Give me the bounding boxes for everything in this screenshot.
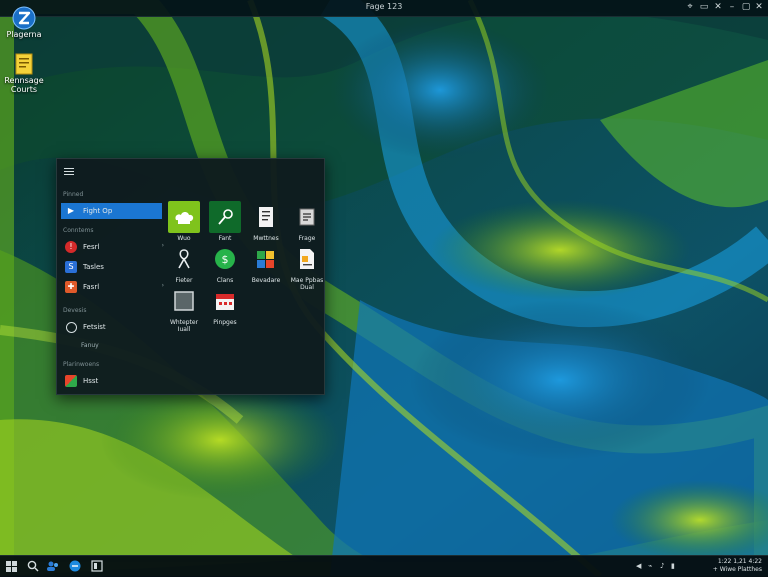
desktop-icon-label: Rennsage Courts [4, 76, 44, 94]
section-label-pinned: Pinned [63, 191, 84, 198]
tile-label: Whtepter Iuall [169, 319, 199, 333]
tile-frage[interactable]: Frage [286, 201, 328, 242]
section-label-documents: Plarinwoens [63, 361, 100, 368]
notes-file-icon [15, 53, 33, 75]
desktop-icon-label: Plagerna [6, 30, 42, 39]
menu-item-label: Tasles [83, 263, 104, 271]
tile-pinpges[interactable]: Pinpges [204, 285, 246, 326]
menu-item-label: Fasrl [83, 283, 100, 291]
menu-item-label: Fetsist [83, 323, 106, 331]
tile-label: Frage [298, 235, 316, 242]
window-close-button[interactable]: ✕ [753, 2, 765, 13]
window-title: Fage 123 [365, 2, 403, 11]
clock-time: 1:22 1,21 4:22 [717, 558, 762, 565]
chevron-up-icon[interactable]: ◀ [636, 562, 641, 570]
taskbar: ◀ ⌁ ♪ ▮ 1:22 1,21 4:22 + Wiwe Platthes [0, 555, 768, 577]
menu-sub-text: Fanuy [81, 342, 99, 349]
volume-icon[interactable]: ♪ [660, 562, 664, 570]
photos-app-icon [65, 375, 77, 387]
menu-item-label: Fight Op [83, 207, 113, 215]
z-app-icon [12, 6, 36, 30]
notepad-icon [291, 201, 323, 233]
file-explorer-icon[interactable] [90, 559, 104, 573]
tile-whtepter[interactable]: Whtepter Iuall [163, 285, 205, 333]
search-icon[interactable] [26, 559, 40, 573]
flame-app-icon: ! [65, 241, 77, 253]
desktop-icon-plagerna[interactable]: Plagerna [0, 6, 48, 39]
desktop-icon-rennsage[interactable]: Rennsage Courts [0, 52, 48, 94]
svg-text:$: $ [222, 253, 229, 266]
tile-label: Fant [218, 235, 232, 242]
store-icon [168, 201, 200, 233]
menu-item-tasles[interactable]: S Tasles [61, 259, 162, 275]
minimize-icon[interactable]: – [726, 2, 738, 13]
menu-item-fetsist[interactable]: Fetsist [61, 319, 162, 335]
battery-icon[interactable]: ▮ [671, 562, 675, 570]
office-app-icon: ✚ [65, 281, 77, 293]
menu-item-fesrl[interactable]: ! Fesrl › [61, 239, 164, 255]
section-label-recent: Conntems [63, 227, 94, 234]
headphones-icon [66, 322, 77, 333]
ribbon-icon [168, 243, 200, 275]
tile-bevadare[interactable]: Bevadare [245, 243, 287, 284]
restore-icon[interactable]: ▢ [740, 2, 752, 13]
menu-item-label: Hsst [83, 377, 99, 385]
menu-item-label: Fesrl [83, 243, 100, 251]
frame-icon [168, 285, 200, 317]
window-titlebar: Fage 123 ⌖ ▭ ✕ – ▢ ✕ [0, 0, 768, 17]
tile-label: Mae Ppbas Dual [290, 277, 324, 291]
section-label-devices: Devesis [63, 307, 87, 314]
tile-label: Bevadare [251, 277, 281, 284]
calendar-icon [209, 285, 241, 317]
hamburger-menu-icon[interactable] [64, 168, 74, 176]
pin-icon[interactable]: ⌖ [684, 2, 696, 13]
start-button[interactable] [4, 559, 18, 573]
menu-item-fight-op[interactable]: ▶ Fight Op [61, 203, 162, 219]
menu-item-fasrl[interactable]: ✚ Fasrl › [61, 279, 164, 295]
menu-item-hsst[interactable]: Hsst [61, 373, 162, 389]
start-menu: Pinned ▶ Fight Op Conntems ! Fesrl › S T… [56, 158, 325, 395]
tile-mwttnes[interactable]: Mwttnes [245, 201, 287, 242]
close-icon[interactable]: ✕ [712, 2, 724, 13]
tile-label: Mwttnes [253, 235, 279, 242]
people-icon[interactable] [46, 559, 60, 573]
tile-fant[interactable]: Fant [204, 201, 246, 242]
edge-browser-icon[interactable] [68, 559, 82, 573]
pen-icon [209, 201, 241, 233]
tile-clans[interactable]: $ Clans [204, 243, 246, 284]
clock[interactable]: 1:22 1,21 4:22 + Wiwe Platthes [713, 558, 762, 574]
clock-date: + Wiwe Platthes [712, 566, 762, 573]
tile-fieter[interactable]: Fieter [163, 243, 205, 284]
play-icon: ▶ [67, 206, 75, 215]
tile-wuo[interactable]: Wuo [163, 201, 205, 242]
file-icon [291, 243, 323, 275]
document-icon [250, 201, 282, 233]
spotify-icon: $ [209, 243, 241, 275]
tile-label: Pinpges [213, 319, 237, 326]
folders-icon [250, 243, 282, 275]
tile-label: Wuo [177, 235, 191, 242]
tile-label: Fieter [175, 277, 193, 284]
tile-mae-ppbas[interactable]: Mae Ppbas Dual [286, 243, 328, 291]
network-icon[interactable]: ⌁ [648, 562, 652, 570]
tile-label: Clans [216, 277, 234, 284]
tasks-app-icon: S [65, 261, 77, 273]
maximize-restore-icon[interactable]: ▭ [698, 2, 710, 13]
